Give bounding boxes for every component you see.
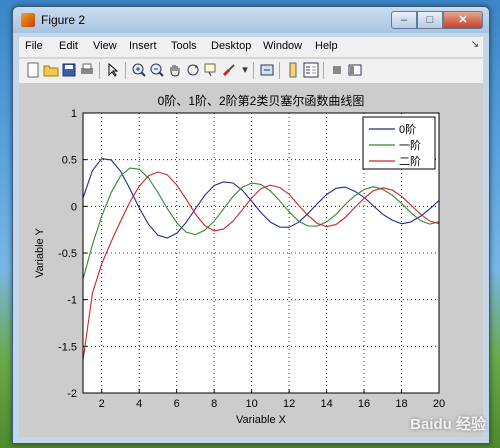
x-tick-label: 6 bbox=[174, 398, 180, 410]
legend-label-j0: 0阶 bbox=[399, 122, 416, 136]
figure-window: Figure 2 – □ ✕ File Edit View Insert Too… bbox=[12, 6, 490, 444]
brush-icon[interactable] bbox=[221, 62, 237, 78]
x-tick-label: 14 bbox=[320, 398, 332, 410]
zoom-in-icon[interactable] bbox=[131, 62, 147, 78]
menu-insert[interactable]: Insert bbox=[129, 40, 157, 52]
y-tick-label: 0 bbox=[71, 201, 77, 213]
menu-desktop[interactable]: Desktop bbox=[211, 40, 251, 52]
toolbar-separator bbox=[323, 62, 324, 79]
menu-edit[interactable]: Edit bbox=[59, 40, 78, 52]
rotate-3d-icon[interactable] bbox=[185, 62, 201, 78]
toolbar-separator bbox=[253, 62, 254, 79]
chart-title: 0阶、1阶、2阶第2类贝塞尔函数曲线图 bbox=[158, 93, 365, 108]
bessel-chart[interactable]: 2 4 6 8 10 12 14 16 18 20 -2 -1.5 -1 -0.5 0 0.5 1 0阶、1阶、… bbox=[19, 83, 483, 437]
x-tick-label: 18 bbox=[395, 398, 407, 410]
x-tick-label: 16 bbox=[358, 398, 370, 410]
matlab-logo-icon bbox=[21, 13, 35, 27]
maximize-button[interactable]: □ bbox=[417, 11, 443, 29]
menu-tools[interactable]: Tools bbox=[171, 40, 197, 52]
hide-plot-tools-icon[interactable] bbox=[329, 62, 345, 78]
show-plot-tools-icon[interactable] bbox=[347, 62, 363, 78]
chevron-down-icon[interactable]: ▾ bbox=[237, 62, 253, 78]
y-axis-label: Variable Y bbox=[34, 227, 46, 277]
colorbar-icon[interactable] bbox=[285, 62, 301, 78]
y-tick-label: -1 bbox=[67, 295, 77, 307]
menu-bar: File Edit View Insert Tools Desktop Wind… bbox=[19, 37, 483, 57]
watermark: Baidu 经验 bbox=[410, 416, 486, 433]
pan-hand-icon[interactable] bbox=[167, 62, 183, 78]
legend-icon[interactable] bbox=[303, 62, 319, 78]
y-tick-label: 0.5 bbox=[62, 155, 77, 167]
x-tick-label: 20 bbox=[433, 398, 445, 410]
toolbar-separator bbox=[99, 62, 100, 79]
figure-canvas[interactable]: 2 4 6 8 10 12 14 16 18 20 -2 -1.5 -1 -0.5 0 0.5 1 0阶、1阶、… bbox=[19, 83, 483, 437]
print-icon[interactable] bbox=[79, 62, 95, 78]
minimize-button[interactable]: – bbox=[391, 11, 417, 29]
y-tick-label: -1.5 bbox=[58, 341, 77, 353]
title-bar[interactable]: Figure 2 – □ ✕ bbox=[13, 7, 489, 33]
dock-arrow-icon[interactable]: ↘ bbox=[471, 39, 479, 50]
menu-file[interactable]: File bbox=[25, 40, 43, 52]
new-figure-icon[interactable] bbox=[25, 62, 41, 78]
toolbar-separator bbox=[125, 62, 126, 79]
window-title: Figure 2 bbox=[41, 13, 86, 27]
x-tick-label: 8 bbox=[211, 398, 217, 410]
open-file-icon[interactable] bbox=[43, 62, 59, 78]
x-tick-label: 2 bbox=[99, 398, 105, 410]
link-plot-icon[interactable] bbox=[259, 62, 275, 78]
legend-label-j1: 一阶 bbox=[399, 138, 421, 152]
toolbar-separator bbox=[279, 62, 280, 79]
data-cursor-icon[interactable] bbox=[203, 62, 219, 78]
x-tick-label: 12 bbox=[283, 398, 295, 410]
menu-view[interactable]: View bbox=[93, 40, 117, 52]
edit-plot-arrow-icon[interactable] bbox=[105, 62, 121, 78]
x-tick-label: 4 bbox=[136, 398, 142, 410]
y-tick-label: -0.5 bbox=[58, 248, 77, 260]
menu-window[interactable]: Window bbox=[263, 40, 302, 52]
x-axis-label: Variable X bbox=[236, 414, 287, 426]
toolbar: ▾ bbox=[19, 58, 483, 84]
y-tick-label: -2 bbox=[67, 388, 77, 400]
legend-label-j2: 二阶 bbox=[399, 154, 421, 168]
save-icon[interactable] bbox=[61, 62, 77, 78]
menu-help[interactable]: Help bbox=[315, 40, 338, 52]
x-tick-label: 10 bbox=[246, 398, 258, 410]
close-button[interactable]: ✕ bbox=[443, 11, 483, 29]
legend[interactable]: 0阶 一阶 二阶 bbox=[362, 116, 436, 170]
y-tick-label: 1 bbox=[71, 108, 77, 120]
zoom-out-icon[interactable] bbox=[149, 62, 165, 78]
